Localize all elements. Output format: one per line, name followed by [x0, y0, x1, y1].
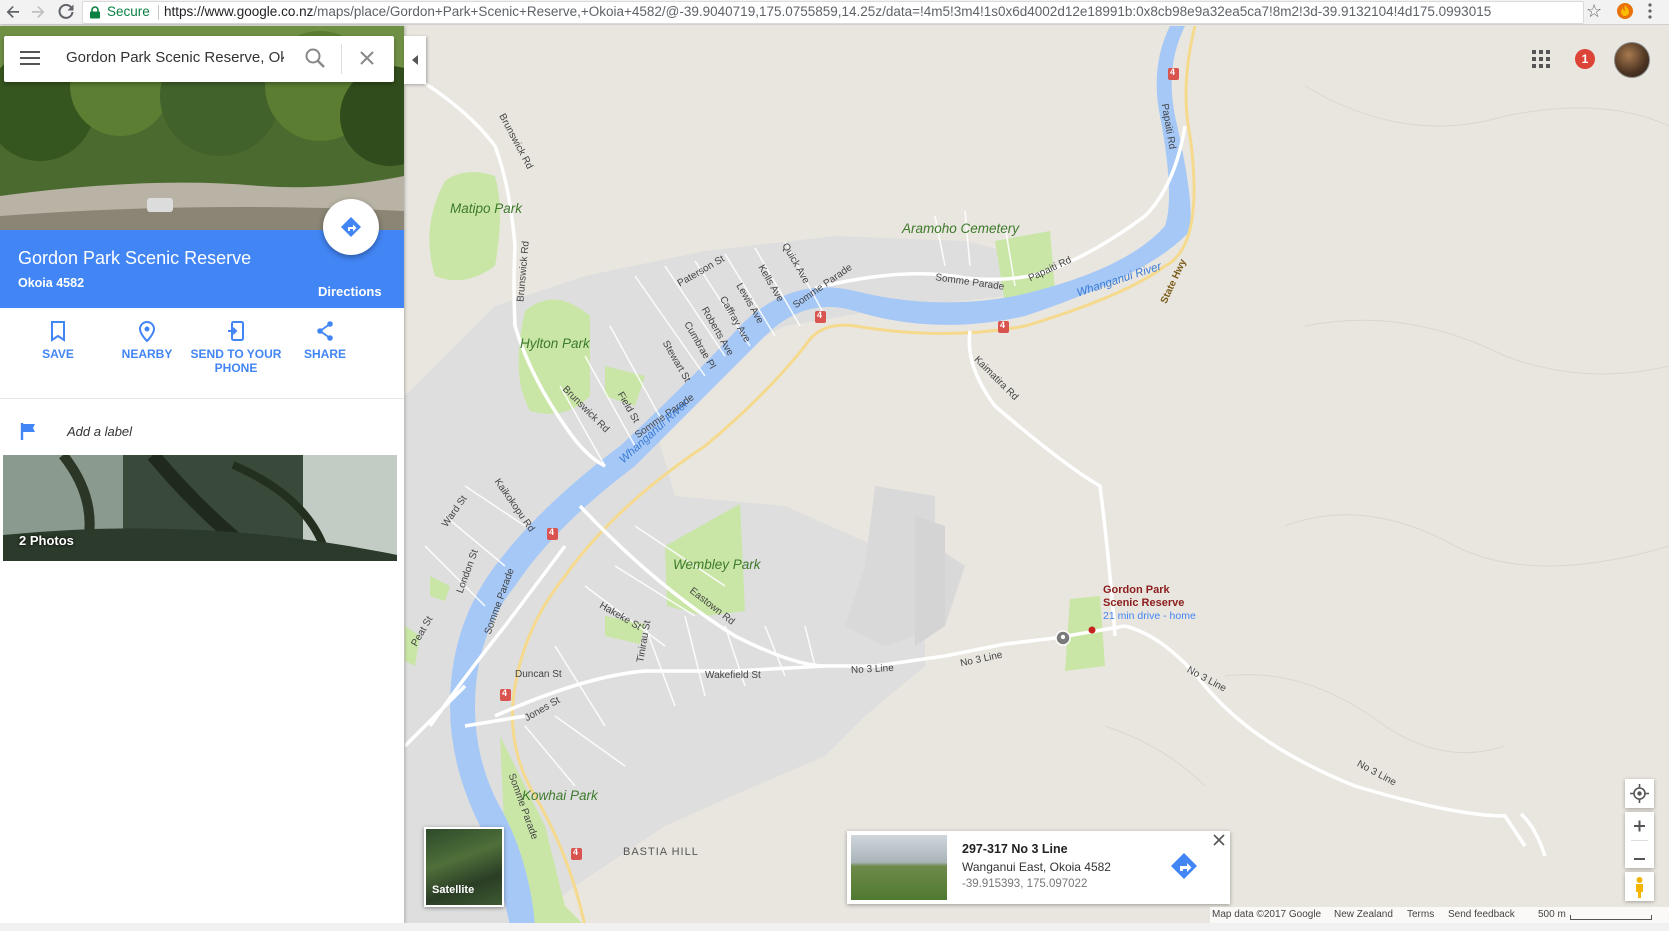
send-to-phone-label: SEND TO YOUR PHONE — [190, 347, 282, 375]
close-icon[interactable] — [358, 49, 376, 67]
route-shield: 4 — [573, 847, 579, 857]
location-info-card[interactable]: 297-317 No 3 Line Wanganui East, Okoia 4… — [847, 831, 1230, 904]
route-shield: 4 — [817, 310, 823, 320]
place-actions: SAVE NEARBY SEND TO YOUR PHONE SHARE — [0, 308, 404, 399]
add-label-row[interactable]: Add a label — [0, 410, 404, 450]
zoom-out-icon[interactable] — [1625, 845, 1654, 873]
address-bar[interactable]: Secure https://www.google.co.nz/maps/pla… — [82, 1, 1584, 24]
my-location-button[interactable] — [1625, 779, 1654, 808]
url-path: /maps/place/Gordon+Park+Scenic+Reserve,+… — [313, 4, 1492, 19]
save-label: SAVE — [42, 347, 74, 361]
zoom-in-icon[interactable] — [1625, 812, 1654, 840]
chevron-left-icon — [412, 55, 418, 65]
apps-grid-icon[interactable] — [1532, 50, 1550, 68]
bookmark-icon — [51, 321, 65, 342]
road-label: Duncan St — [515, 669, 562, 680]
directions-button[interactable] — [323, 199, 379, 255]
route-shield: 4 — [502, 688, 508, 698]
nearby-label: NEARBY — [121, 347, 173, 361]
cemetery-label[interactable]: Aramoho Cemetery — [902, 221, 1019, 236]
scale-label[interactable]: 500 m — [1538, 909, 1566, 920]
send-to-phone-icon — [228, 321, 244, 341]
send-feedback-link[interactable]: Send feedback — [1448, 909, 1515, 920]
road-label: No 3 Line — [850, 662, 895, 677]
map-footer: Map data ©2017 Google New Zealand Terms … — [1210, 907, 1669, 923]
search-box[interactable]: Gordon Park Scenic Reserve, Okoia 4582 — [4, 36, 394, 82]
bookmark-star-icon[interactable]: ☆ — [1586, 1, 1602, 22]
park-label[interactable]: Matipo Park — [450, 201, 522, 216]
search-icon[interactable] — [304, 47, 326, 69]
search-input[interactable]: Gordon Park Scenic Reserve, Okoia 4582 — [66, 49, 284, 66]
add-label-text: Add a label — [67, 424, 133, 439]
url-text: https://www.google.co.nz/maps/place/Gord… — [164, 4, 1491, 19]
place-subtitle: Okoia 4582 — [18, 276, 85, 290]
crosshair-icon — [1630, 784, 1649, 803]
park-label[interactable]: Hylton Park — [520, 336, 590, 351]
reload-icon[interactable] — [55, 1, 77, 23]
card-directions-icon[interactable] — [1169, 851, 1199, 881]
address-separator — [158, 5, 159, 20]
pin-name-line1: Gordon Park — [1103, 584, 1170, 596]
card-coordinates: -39.915393, 175.097022 — [962, 878, 1088, 890]
street-view-pegman[interactable] — [1625, 872, 1654, 901]
card-area: Wanganui East, Okoia 4582 — [962, 860, 1111, 874]
card-close-icon[interactable] — [1213, 834, 1225, 846]
route-shield: 4 — [1170, 67, 1176, 77]
browser-toolbar: Secure https://www.google.co.nz/maps/pla… — [0, 0, 1669, 25]
back-icon[interactable] — [2, 1, 24, 23]
account-avatar[interactable] — [1614, 42, 1650, 78]
road-label: Wakefield St — [705, 670, 761, 681]
country-link[interactable]: New Zealand — [1334, 909, 1393, 920]
card-address: 297-317 No 3 Line — [962, 842, 1068, 856]
pin-drive-time[interactable]: 21 min drive - home — [1103, 610, 1196, 623]
notification-badge[interactable]: 1 — [1575, 49, 1595, 69]
extension-icon[interactable] — [1616, 2, 1634, 20]
pegman-icon — [1636, 877, 1643, 898]
pin-name-line2: Scenic Reserve — [1103, 597, 1185, 609]
browser-menu-icon[interactable] — [1648, 3, 1652, 19]
park-area — [429, 172, 500, 281]
park-label[interactable]: Kowhai Park — [522, 788, 598, 803]
photos-caption: 2 Photos — [19, 533, 74, 548]
search-divider — [341, 44, 342, 74]
map-data-attribution: Map data ©2017 Google — [1212, 909, 1322, 920]
send-to-phone-button[interactable]: SEND TO YOUR PHONE — [190, 320, 282, 375]
area-label: BASTIA HILL — [623, 846, 699, 858]
directions-label[interactable]: Directions — [318, 284, 382, 299]
horizontal-scrollbar[interactable] — [0, 923, 1669, 931]
flag-icon — [20, 423, 35, 440]
url-host: https://www.google.co.nz — [164, 4, 314, 19]
share-label: SHARE — [303, 347, 346, 361]
satellite-toggle[interactable]: Satellite — [424, 827, 504, 907]
menu-icon[interactable] — [20, 50, 40, 66]
place-panel: Gordon Park Scenic Reserve, Okoia 4582 G… — [0, 26, 404, 926]
map-canvas[interactable]: 4 4 4 4 4 4 Matipo Park Hylton Park Wemb… — [405, 26, 1669, 926]
secure-label: Secure — [107, 4, 150, 19]
scale-bar — [1570, 915, 1652, 920]
street-view-thumbnail[interactable] — [851, 835, 947, 900]
collapse-panel-button[interactable] — [404, 36, 426, 84]
satellite-label: Satellite — [432, 884, 475, 896]
lock-icon — [90, 6, 100, 19]
share-icon — [317, 321, 333, 341]
photos-tile[interactable]: 2 Photos — [3, 455, 397, 561]
save-button[interactable]: SAVE — [12, 320, 104, 361]
share-button[interactable]: SHARE — [279, 320, 371, 361]
directions-icon — [341, 217, 361, 237]
place-title: Gordon Park Scenic Reserve — [18, 248, 252, 268]
route-shield: 4 — [549, 527, 555, 537]
nearby-icon — [138, 320, 156, 342]
forward-icon[interactable] — [27, 1, 49, 23]
terms-link[interactable]: Terms — [1407, 909, 1434, 920]
zoom-controls — [1625, 812, 1654, 868]
zoom-divider — [1631, 840, 1648, 841]
route-shield: 4 — [1000, 320, 1006, 330]
nearby-button[interactable]: NEARBY — [101, 320, 193, 361]
place-pin-label[interactable]: Gordon Park Scenic Reserve 21 min drive … — [1103, 584, 1196, 623]
park-label[interactable]: Wembley Park — [673, 557, 761, 572]
